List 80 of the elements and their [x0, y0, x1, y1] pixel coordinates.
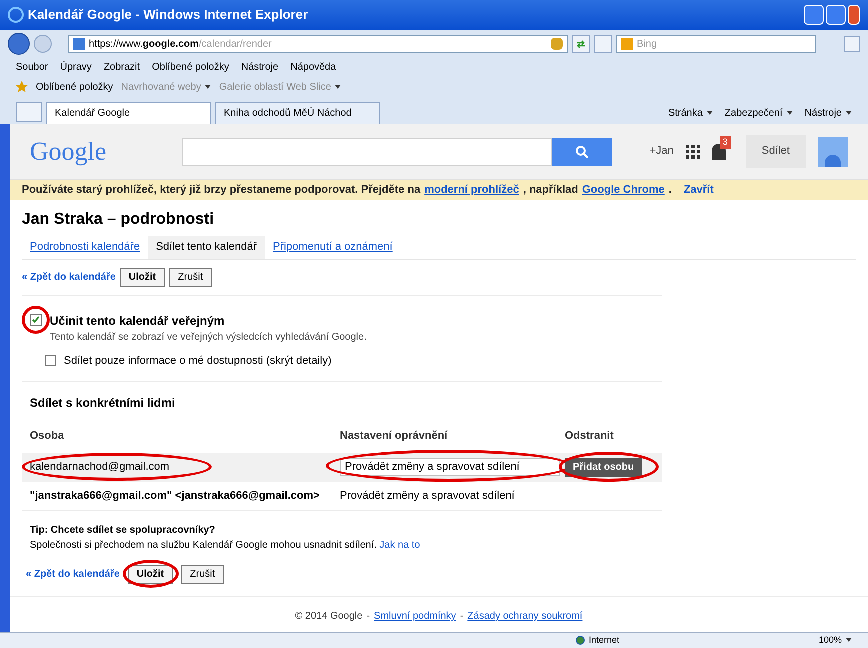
internet-zone: Internet: [576, 634, 620, 648]
checkbox[interactable]: [45, 355, 56, 366]
caret-icon: [706, 110, 713, 115]
tip-title: Tip: Chcete sdílet se spolupracovníky?: [30, 524, 216, 538]
menu-item[interactable]: Nástroje: [241, 60, 279, 74]
save-button[interactable]: Uložit: [128, 565, 174, 584]
checkbox[interactable]: [30, 314, 42, 326]
chrome-link[interactable]: Google Chrome: [582, 182, 665, 198]
person-field[interactable]: kalendarnachod@gmail.com: [30, 458, 210, 476]
close-button[interactable]: [848, 5, 860, 25]
banner-text: Používáte starý prohlížeč, který již brzy přestaneme podporovat. Přejděte na: [22, 182, 421, 198]
command-button[interactable]: Stránka: [668, 106, 713, 120]
browser-tab[interactable]: Kalendář Google: [46, 102, 211, 124]
zoom-level[interactable]: 100%: [818, 634, 852, 648]
privacy-link[interactable]: Zásady ochrany soukromí: [468, 609, 583, 624]
column-header: Osoba: [30, 429, 66, 444]
banner-text: .: [668, 182, 672, 198]
banner-text: , například: [523, 182, 578, 198]
page-title: Jan Straka – podrobnosti: [22, 210, 216, 230]
maximize-button[interactable]: [826, 5, 846, 25]
cancel-button[interactable]: Zrušit: [169, 268, 212, 286]
tab[interactable]: Sdílet tento kalendář: [148, 236, 265, 258]
search-button[interactable]: [552, 138, 612, 166]
notification-badge: 3: [720, 136, 731, 149]
star-icon: [16, 81, 28, 93]
add-person-button[interactable]: Přidat osobu: [565, 458, 642, 476]
checkmark-icon: [32, 316, 40, 324]
separator-text: -: [460, 610, 464, 624]
share-button[interactable]: Sdílet: [746, 135, 806, 168]
busy-only-label: Sdílet pouze informace o mé dostupnosti (skrýt detaily): [64, 354, 332, 368]
menu-item[interactable]: Zobrazit: [104, 60, 140, 74]
permission-select[interactable]: Provádět změny a spravovat sdílení: [340, 458, 560, 476]
terms-link[interactable]: Smluvní podmínky: [374, 609, 456, 624]
browser-tab[interactable]: Kniha odchodů MěÚ Náchod: [215, 102, 380, 124]
google-logo: Google: [30, 136, 108, 168]
copyright-text: © 2014 Google: [295, 610, 363, 624]
column-header: Nastavení oprávnění: [340, 429, 449, 444]
back-link[interactable]: « Zpět do kalendáře: [26, 567, 120, 582]
browser-link[interactable]: moderní prohlížeč: [424, 182, 520, 198]
person-cell-text: "janstraka666@gmail.com" <janstraka666@gmail.com>: [30, 488, 321, 504]
refresh-button[interactable]: [572, 35, 590, 53]
favorites-button[interactable]: Oblíbené položky: [36, 80, 114, 94]
caret-icon: [335, 84, 342, 89]
menu-item[interactable]: Nápověda: [290, 60, 336, 74]
back-link[interactable]: « Zpět do kalendáře: [22, 270, 116, 284]
apps-icon[interactable]: [686, 144, 700, 158]
help-link[interactable]: Jak na to: [380, 540, 420, 551]
column-header: Odstranit: [565, 429, 615, 444]
url-text: https://www.google.com/calendar/render: [89, 38, 272, 52]
cancel-button[interactable]: Zrušit: [181, 565, 224, 584]
minimize-button[interactable]: [804, 5, 824, 25]
menu-item[interactable]: Soubor: [16, 60, 48, 74]
close-link[interactable]: Zavřít: [684, 182, 714, 198]
window-title: Kalendář Google - Windows Internet Explorer: [28, 6, 308, 24]
search-field[interactable]: [182, 138, 552, 166]
share-heading: Sdílet s konkrétními lidmi: [30, 395, 176, 412]
permission-cell-text: Provádět změny a spravovat sdílení: [340, 488, 516, 504]
page-icon: [73, 38, 85, 50]
back-button[interactable]: [8, 33, 30, 55]
caret-icon: [846, 638, 852, 642]
separator-text: -: [366, 610, 370, 624]
highlight-ellipse: [122, 560, 179, 588]
command-button[interactable]: Zabezpečení: [724, 106, 793, 120]
public-label: Učinit tento kalendář veřejným: [50, 312, 226, 330]
tip-text: Společnosti si přechodem na službu Kalendář Google mohou usnadnit sdílení. Jak na to: [30, 539, 422, 553]
highlight-ellipse: [22, 306, 50, 334]
caret-icon: [786, 110, 793, 115]
caret-icon: [205, 84, 212, 89]
caret-icon: [846, 110, 852, 115]
address-field[interactable]: https://www.google.com/calendar/render: [68, 35, 568, 53]
command-button[interactable]: Nástroje: [804, 106, 852, 120]
refresh-icon: [576, 39, 586, 49]
globe-icon: [576, 636, 585, 645]
menu-item[interactable]: Úpravy: [60, 60, 92, 74]
tab[interactable]: Připomenutí a oznámení: [264, 236, 401, 258]
public-hint: Tento kalendář se zobrazí ve veřejných výsledcích vyhledávání Google.: [50, 330, 367, 344]
tab[interactable]: Podrobnosti kalendáře: [22, 236, 148, 258]
save-button[interactable]: Uložit: [120, 268, 166, 286]
menu-item[interactable]: Oblíbené položky: [152, 60, 230, 74]
user-link[interactable]: +Jan: [650, 143, 674, 160]
